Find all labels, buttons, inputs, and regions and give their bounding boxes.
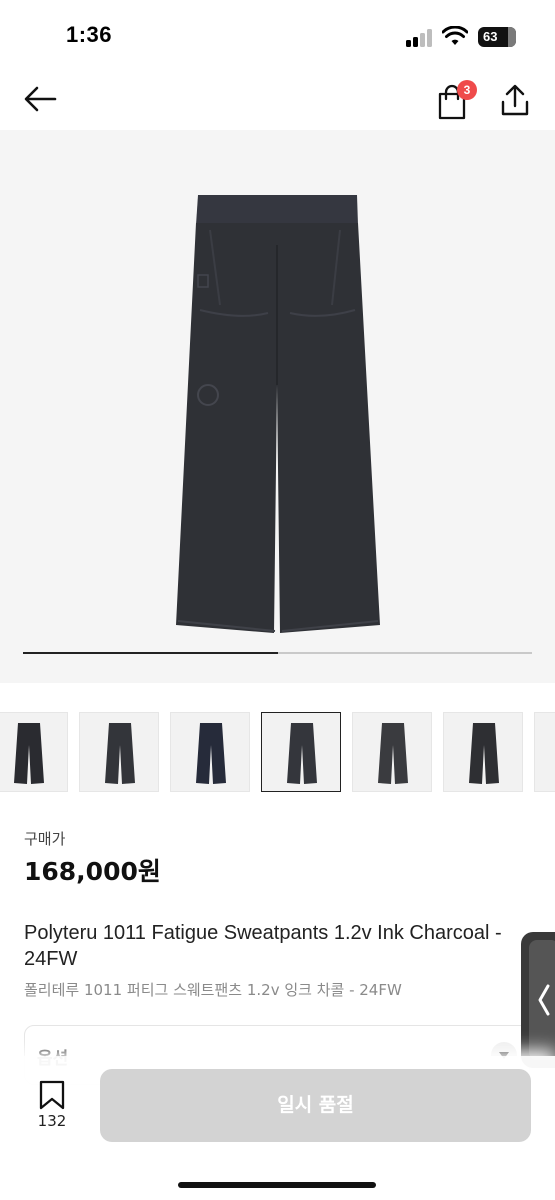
battery-level: 63 (483, 29, 498, 44)
status-time: 1:36 (66, 22, 113, 47)
sold-out-button[interactable]: 일시 품절 (100, 1069, 531, 1142)
thumbnail-image (105, 723, 135, 784)
thumbnail-image (287, 723, 317, 784)
thumbnail-item[interactable] (170, 712, 250, 792)
thumbnail-strip[interactable] (0, 712, 555, 792)
thumbnail-image (378, 723, 408, 784)
back-arrow-icon (24, 86, 57, 112)
product-subtitle: 폴리테루 1011 퍼티그 스웨트팬츠 1.2v 잉크 차콜 - 24FW (24, 981, 402, 999)
thumbnail-item[interactable] (261, 712, 341, 792)
product-image-carousel[interactable] (0, 130, 555, 683)
side-panel-handle (529, 940, 555, 1060)
bottom-action-bar: 132 일시 품절 (0, 1056, 555, 1200)
bookmark-count: 132 (37, 1112, 67, 1130)
cellular-signal-icon (406, 29, 434, 47)
thumbnail-image (469, 723, 499, 784)
status-bar: 1:36 63 (0, 0, 555, 70)
share-icon (501, 84, 529, 116)
top-nav: 3 (0, 70, 555, 130)
side-panel-tab[interactable] (521, 932, 555, 1068)
cart-button[interactable]: 3 (434, 80, 477, 120)
carousel-progress (23, 652, 532, 654)
home-indicator (178, 1182, 376, 1188)
thumbnail-image (14, 723, 44, 784)
thumbnail-item[interactable] (352, 712, 432, 792)
cart-count-badge: 3 (457, 80, 477, 100)
back-button[interactable] (20, 82, 60, 116)
wifi-icon (442, 26, 468, 45)
share-button[interactable] (496, 80, 534, 120)
thumbnail-item[interactable] (0, 712, 68, 792)
thumbnail-image (196, 723, 226, 784)
carousel-progress-fill (23, 652, 278, 654)
thumbnail-item[interactable] (534, 712, 555, 792)
price-value: 168,000원 (24, 857, 161, 886)
bookmark-button[interactable]: 132 (28, 1076, 76, 1136)
price-label: 구매가 (24, 830, 66, 848)
product-image (176, 195, 380, 633)
bookmark-icon (39, 1080, 65, 1110)
thumbnail-item[interactable] (443, 712, 523, 792)
battery-icon: 63 (478, 27, 516, 47)
product-title: Polyteru 1011 Fatigue Sweatpants 1.2v In… (24, 922, 502, 970)
chevron-left-icon (538, 984, 550, 1016)
thumbnail-item[interactable] (79, 712, 159, 792)
